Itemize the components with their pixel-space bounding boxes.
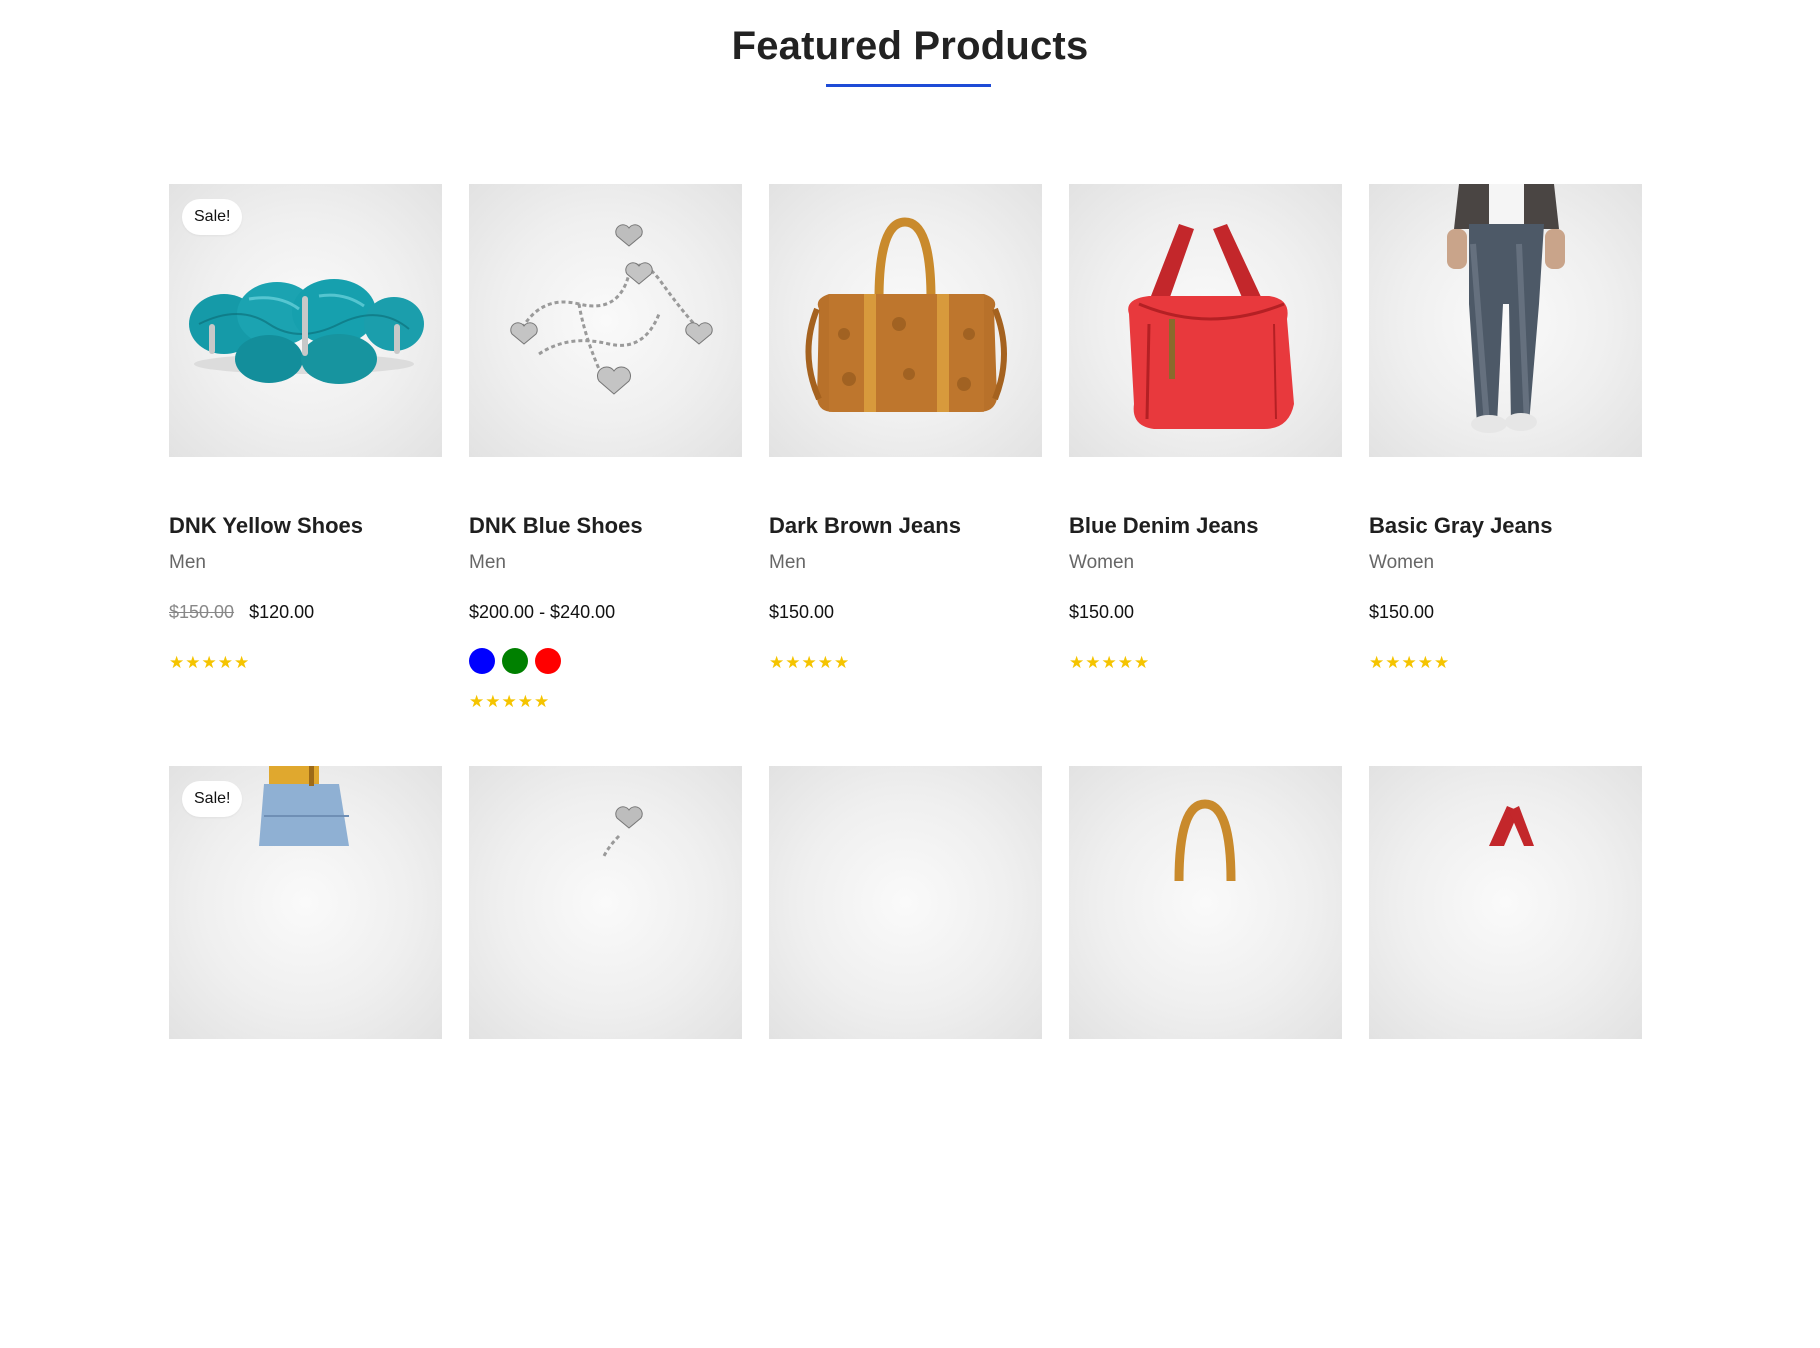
sale-badge: Sale! xyxy=(182,199,243,235)
star-rating: ★★★★★ xyxy=(1069,653,1151,672)
product-card[interactable]: Basic Gray Jeans Women $150.00 ★★★★★ xyxy=(1369,184,1642,766)
product-category[interactable]: Women xyxy=(1369,552,1642,574)
color-swatch-red[interactable] xyxy=(535,648,561,674)
color-swatches xyxy=(469,648,742,674)
product-name[interactable]: Basic Gray Jeans xyxy=(1369,513,1642,539)
original-price: $150.00 xyxy=(169,602,235,622)
product-price: $200.00 - $240.00 xyxy=(469,602,616,622)
product-image-turquoise-bracelet[interactable]: Sale! xyxy=(169,184,442,457)
title-underline xyxy=(826,84,991,87)
sale-price: $120.00 xyxy=(249,602,315,622)
product-image-brown-duffel-bag[interactable] xyxy=(1069,766,1342,1039)
star-rating: ★★★★★ xyxy=(1369,653,1451,672)
product-card[interactable] xyxy=(769,766,1042,1348)
product-price: $150.00 $120.00 xyxy=(169,602,442,623)
product-grid: Sale! DNK Yellow Shoes Men $150.00 $120.… xyxy=(169,184,1659,1348)
product-card[interactable]: Sale! xyxy=(169,766,442,1348)
product-price: $150.00 xyxy=(769,602,835,622)
product-image-red-handbag[interactable] xyxy=(1369,766,1642,1039)
product-card[interactable] xyxy=(1069,766,1342,1348)
sale-badge: Sale! xyxy=(182,781,243,817)
product-image-denim-shorts-model[interactable]: Sale! xyxy=(169,766,442,1039)
product-category[interactable]: Women xyxy=(1069,552,1342,574)
product-price: $150.00 xyxy=(1069,602,1135,622)
product-image-silver-heart-bracelet[interactable] xyxy=(469,766,742,1039)
product-image-brown-duffel-bag[interactable] xyxy=(769,184,1042,457)
product-image-red-handbag[interactable] xyxy=(1069,184,1342,457)
product-card[interactable]: DNK Blue Shoes Men $200.00 - $240.00 ★★★… xyxy=(469,184,742,766)
product-card[interactable]: Sale! DNK Yellow Shoes Men $150.00 $120.… xyxy=(169,184,442,766)
product-card[interactable]: Dark Brown Jeans Men $150.00 ★★★★★ xyxy=(769,184,1042,766)
product-name[interactable]: DNK Blue Shoes xyxy=(469,513,742,539)
product-category[interactable]: Men xyxy=(169,552,442,574)
section-title: Featured Products xyxy=(731,24,1089,68)
product-category[interactable]: Men xyxy=(769,552,1042,574)
product-card[interactable] xyxy=(1369,766,1642,1348)
product-name[interactable]: DNK Yellow Shoes xyxy=(169,513,442,539)
star-rating: ★★★★★ xyxy=(469,692,551,711)
color-swatch-green[interactable] xyxy=(502,648,528,674)
product-category[interactable]: Men xyxy=(469,552,742,574)
star-rating: ★★★★★ xyxy=(169,653,251,672)
product-image-gray-jeans-model[interactable] xyxy=(1369,184,1642,457)
product-price: $150.00 xyxy=(1369,602,1435,622)
product-image-placeholder[interactable] xyxy=(769,766,1042,1039)
product-name[interactable]: Dark Brown Jeans xyxy=(769,513,1042,539)
product-image-silver-heart-bracelet[interactable] xyxy=(469,184,742,457)
product-name[interactable]: Blue Denim Jeans xyxy=(1069,513,1342,539)
product-card[interactable] xyxy=(469,766,742,1348)
star-rating: ★★★★★ xyxy=(769,653,851,672)
product-card[interactable]: Blue Denim Jeans Women $150.00 ★★★★★ xyxy=(1069,184,1342,766)
color-swatch-blue[interactable] xyxy=(469,648,495,674)
